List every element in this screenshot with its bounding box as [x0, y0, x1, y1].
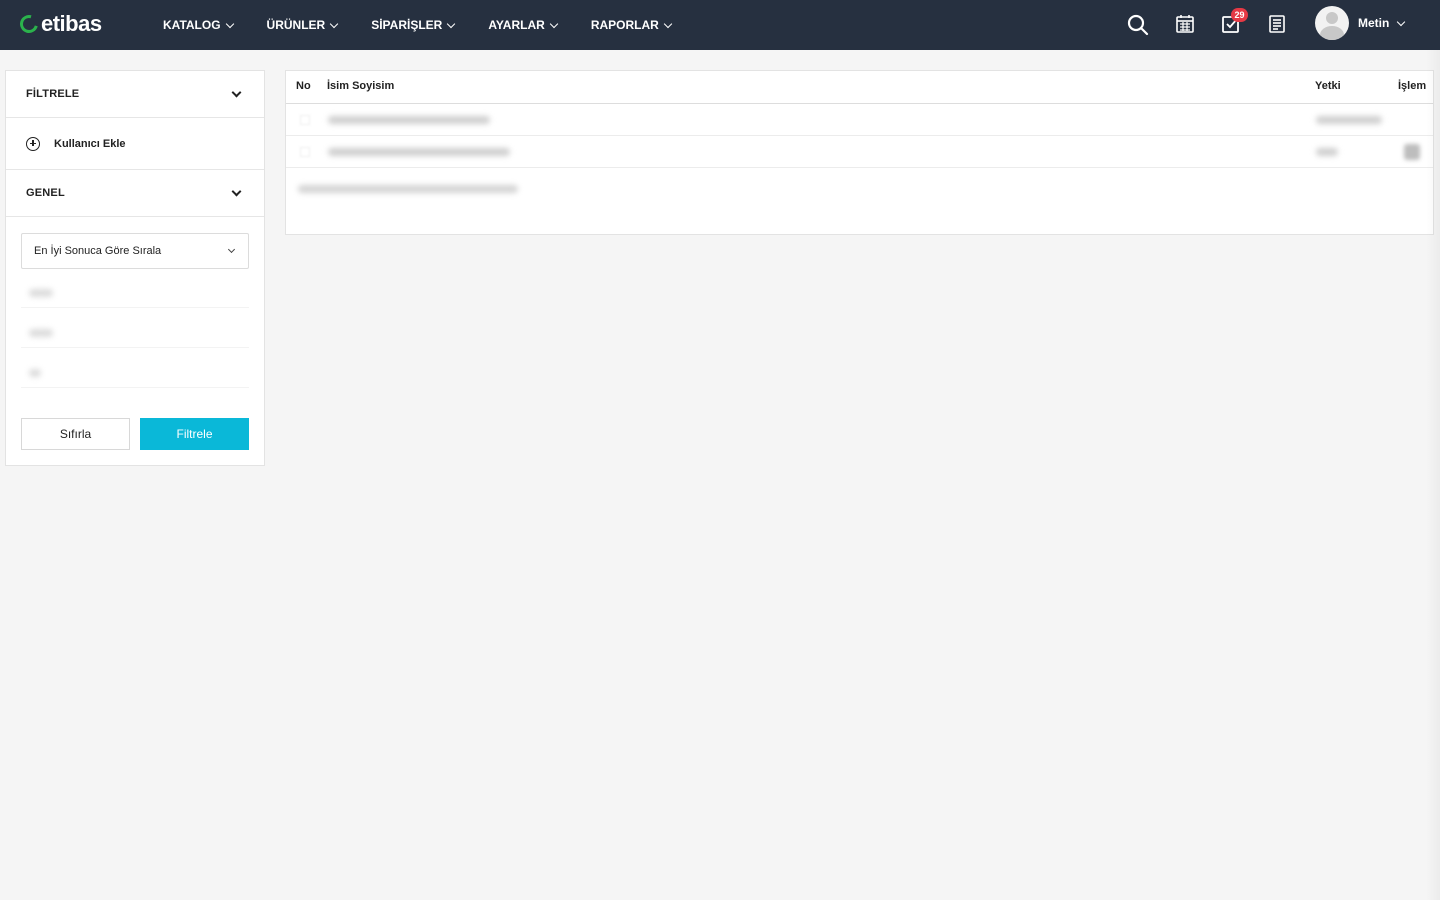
- chevron-down-icon: [1397, 17, 1406, 26]
- filter-section-header[interactable]: FİLTRELE: [6, 71, 264, 118]
- nav-item-label: SİPARİŞLER: [371, 18, 443, 32]
- column-header-role: Yetki: [1315, 80, 1341, 92]
- add-user-button[interactable]: Kullanıcı Ekle: [6, 118, 264, 170]
- table-footer-info: [298, 185, 518, 193]
- filter-sidebar: FİLTRELE Kullanıcı Ekle GENEL En İyi Son…: [5, 70, 265, 466]
- nav-item-katalog[interactable]: KATALOG: [163, 18, 234, 32]
- column-header-name: İsim Soyisim: [327, 80, 395, 92]
- tasks-count-badge: 29: [1231, 8, 1248, 22]
- row-role: [1316, 116, 1382, 124]
- row-number: [300, 147, 310, 157]
- sort-select-value: En İyi Sonuca Göre Sırala: [34, 245, 162, 257]
- nav-item-ayarlar[interactable]: AYARLAR: [488, 18, 559, 32]
- filter-section-title: FİLTRELE: [26, 88, 80, 100]
- nav-item-label: ÜRÜNLER: [266, 18, 326, 32]
- filter-input-3[interactable]: [21, 358, 249, 388]
- chevron-down-icon: [663, 19, 673, 28]
- sort-select[interactable]: En İyi Sonuca Göre Sırala: [21, 233, 249, 269]
- nav-item-label: RAPORLAR: [590, 18, 659, 32]
- row-name: [328, 148, 510, 156]
- brand-name: etibas: [41, 11, 102, 36]
- main-menu: KATALOG ÜRÜNLER SİPARİŞLER AYARLAR RAPOR…: [163, 0, 705, 50]
- chevron-down-icon: [329, 19, 339, 28]
- search-icon[interactable]: [1127, 14, 1149, 36]
- brand-logo-icon: [16, 11, 42, 37]
- general-section-title: GENEL: [26, 187, 65, 199]
- filter-button[interactable]: Filtrele: [140, 418, 249, 450]
- column-header-no: No: [296, 80, 311, 92]
- nav-item-label: KATALOG: [163, 18, 221, 32]
- nav-item-label: AYARLAR: [488, 18, 545, 32]
- user-name: Metin: [1358, 16, 1390, 30]
- top-navbar: etibas KATALOG ÜRÜNLER SİPARİŞLER AYARLA…: [0, 0, 1440, 50]
- row-name: [328, 116, 490, 124]
- chevron-down-icon: [231, 186, 242, 196]
- chevron-down-icon: [549, 19, 559, 28]
- nav-item-siparisler[interactable]: SİPARİŞLER: [371, 18, 456, 32]
- general-section-header[interactable]: GENEL: [6, 170, 264, 217]
- row-number: [300, 115, 310, 125]
- filter-input-2[interactable]: [21, 318, 249, 348]
- nav-item-raporlar[interactable]: RAPORLAR: [590, 18, 673, 32]
- table-row[interactable]: [286, 104, 1433, 136]
- filter-input-1[interactable]: [21, 278, 249, 308]
- plus-circle-icon: [26, 136, 40, 151]
- row-role: [1316, 148, 1338, 156]
- page-edge-shadow: [1426, 50, 1440, 900]
- reset-button[interactable]: Sıfırla: [21, 418, 130, 450]
- table-header: No İsim Soyisim Yetki İşlem: [286, 71, 1433, 104]
- task-check-icon[interactable]: 29: [1221, 8, 1248, 36]
- nav-item-urunler[interactable]: ÜRÜNLER: [266, 18, 339, 32]
- row-action-icon[interactable]: [1404, 144, 1420, 160]
- chevron-down-icon: [225, 19, 234, 28]
- calendar-icon[interactable]: [1175, 14, 1197, 36]
- chevron-down-icon: [447, 19, 456, 28]
- users-table: No İsim Soyisim Yetki İşlem: [285, 70, 1434, 235]
- avatar: [1315, 6, 1349, 40]
- brand-logo[interactable]: etibas: [16, 11, 102, 37]
- add-user-label: Kullanıcı Ekle: [54, 137, 126, 150]
- document-list-icon[interactable]: [1267, 14, 1289, 36]
- user-menu[interactable]: Metin: [1315, 6, 1406, 40]
- chevron-down-icon: [227, 245, 236, 254]
- table-row[interactable]: [286, 136, 1433, 168]
- chevron-down-icon: [231, 87, 242, 97]
- column-header-action: İşlem: [1398, 80, 1427, 92]
